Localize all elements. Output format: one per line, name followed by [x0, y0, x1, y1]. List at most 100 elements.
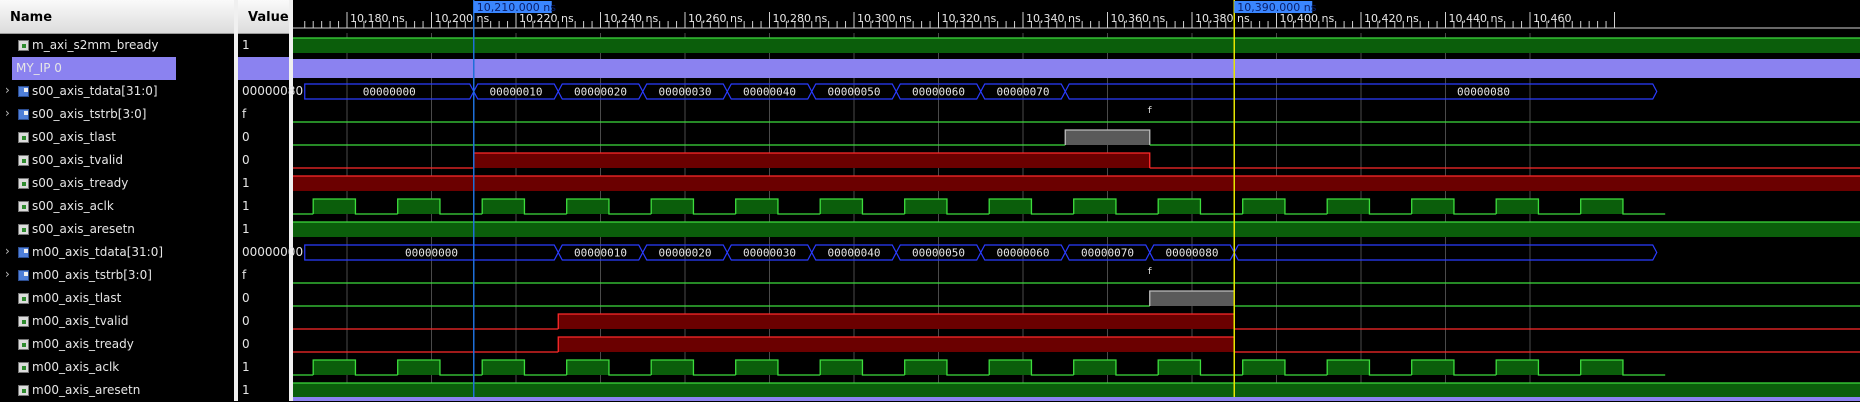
signal-value-text: 1: [242, 38, 250, 52]
expand-chevron-icon[interactable]: ›: [5, 267, 10, 281]
bus-value-label: 00000060: [912, 86, 965, 99]
bus-value-label: 00000060: [997, 247, 1050, 260]
clock-high-region: [397, 199, 440, 214]
signal-name-label: s00_axis_tdata[31:0]: [32, 84, 158, 98]
signal-name-pane[interactable]: Name m_axi_s2mm_bready MY_IP 0 › s00_axis_t…: [0, 0, 234, 401]
bit-signal-icon: [18, 385, 29, 396]
waveform-canvas[interactable]: 10,180 ns 10,200 ns 10,220 ns 10,240 ns 10,2…: [293, 0, 1860, 401]
ready-high-region: [293, 176, 1860, 191]
signal-row[interactable]: › s00_axis_tstrb[3:0]: [0, 103, 234, 126]
clock-high-region: [1580, 199, 1623, 214]
signal-value-cell: 00000080: [238, 80, 303, 103]
signal-value-cell: 0: [238, 333, 289, 356]
clock-high-region: [1411, 360, 1454, 375]
signal-value-cell: 1: [238, 356, 289, 379]
signal-value-text: 1: [242, 383, 250, 397]
signal-value-cell: f: [238, 103, 289, 126]
name-column-header[interactable]: Name: [0, 0, 234, 34]
clock-high-region: [313, 360, 356, 375]
signal-row[interactable]: m_axi_s2mm_bready: [0, 34, 234, 57]
group-highlight: [238, 57, 289, 80]
bit-signal-icon: [18, 316, 29, 327]
signal-value-cell: f: [238, 264, 289, 287]
signal-name-label: MY_IP 0: [16, 61, 62, 75]
bus-value-label: 00000010: [574, 247, 627, 260]
bus-value-label: 00000080: [1166, 247, 1219, 260]
signal-row[interactable]: MY_IP 0: [0, 57, 234, 80]
clock-high-region: [1158, 360, 1201, 375]
signal-row[interactable]: m00_axis_aresetn: [0, 379, 234, 401]
bus-value-label: 00000050: [828, 86, 881, 99]
signal-name-label: m00_axis_tstrb[3:0]: [32, 268, 152, 282]
bus-value-label: 00000020: [574, 86, 627, 99]
signal-value-cell: 1: [238, 195, 289, 218]
time-tick-label: 10,320 ns: [942, 12, 997, 25]
bit-signal-icon: [18, 362, 29, 373]
signal-name-label: s00_axis_tlast: [32, 130, 116, 144]
bit-signal-icon: [18, 293, 29, 304]
time-tick-label: 10,260 ns: [688, 12, 743, 25]
expand-chevron-icon[interactable]: ›: [5, 106, 10, 120]
signal-row[interactable]: s00_axis_aresetn: [0, 218, 234, 241]
signal-row[interactable]: s00_axis_tlast: [0, 126, 234, 149]
clock-high-region: [1327, 199, 1370, 214]
value-column-header[interactable]: Value: [238, 0, 289, 34]
clock-high-region: [1411, 199, 1454, 214]
bus-value-label: 00000070: [997, 86, 1050, 99]
clock-high-region: [482, 360, 525, 375]
pulse-region: [1065, 130, 1150, 145]
signal-value-cell: 1: [238, 379, 289, 402]
bus-signal-icon: [18, 270, 29, 281]
signal-row[interactable]: s00_axis_tready: [0, 172, 234, 195]
signal-name-label: m00_axis_tvalid: [32, 314, 129, 328]
clock-high-region: [820, 199, 863, 214]
signal-value-cell: 1: [238, 218, 289, 241]
bus-value-label: 00000030: [743, 247, 796, 260]
bus-signal-icon: [18, 109, 29, 120]
clock-high-region: [735, 199, 778, 214]
signal-value-cell: 0: [238, 310, 289, 333]
signal-row[interactable]: m00_axis_aclk: [0, 356, 234, 379]
clock-high-region: [1158, 199, 1201, 214]
signal-name-label: m00_axis_tready: [32, 337, 134, 351]
time-tick-label: 10,240 ns: [604, 12, 659, 25]
clock-high-region: [313, 199, 356, 214]
expand-chevron-icon[interactable]: ›: [5, 244, 10, 258]
bus-value-label: 00000080: [1457, 86, 1510, 99]
signal-value-text: 00000000: [242, 245, 304, 259]
signal-row[interactable]: m00_axis_tready: [0, 333, 234, 356]
clock-high-region: [904, 199, 947, 214]
pulse-region: [1149, 291, 1235, 306]
signal-value-cell: [238, 57, 289, 80]
clock-high-region: [820, 360, 863, 375]
signal-name-label: m00_axis_tdata[31:0]: [32, 245, 164, 259]
pulse-region: [473, 153, 1150, 168]
expand-chevron-icon[interactable]: ›: [5, 83, 10, 97]
signal-value-text: 0: [242, 153, 250, 167]
signal-value-text: 1: [242, 176, 250, 190]
signal-name-label: s00_axis_aresetn: [32, 222, 135, 236]
signal-row[interactable]: › s00_axis_tdata[31:0]: [0, 80, 234, 103]
bus-value-label: 00000000: [363, 86, 416, 99]
signal-row[interactable]: m00_axis_tlast: [0, 287, 234, 310]
high-region: [293, 383, 1860, 398]
signal-row[interactable]: m00_axis_tvalid: [0, 310, 234, 333]
clock-waveform: [293, 213, 314, 215]
high-region: [293, 222, 1860, 237]
clock-high-region: [651, 199, 694, 214]
signal-row[interactable]: s00_axis_tvalid: [0, 149, 234, 172]
yellow-cursor-label: 10,390.000 ns: [1237, 1, 1316, 14]
time-tick-label: 10,460: [1533, 12, 1572, 25]
bus-value-label: f: [1147, 267, 1152, 277]
signal-row[interactable]: s00_axis_aclk: [0, 195, 234, 218]
signal-value-cell: 0: [238, 287, 289, 310]
signal-row[interactable]: › m00_axis_tdata[31:0]: [0, 241, 234, 264]
waveform-pane[interactable]: 10,180 ns 10,200 ns 10,220 ns 10,240 ns 10,2…: [293, 0, 1860, 401]
bit-signal-icon: [18, 132, 29, 143]
bus-value-label: 00000030: [659, 86, 712, 99]
clock-high-region: [397, 360, 440, 375]
clock-high-region: [1073, 199, 1116, 214]
signal-row[interactable]: › m00_axis_tstrb[3:0]: [0, 264, 234, 287]
bit-signal-icon: [18, 155, 29, 166]
signal-value-text: 0: [242, 291, 250, 305]
